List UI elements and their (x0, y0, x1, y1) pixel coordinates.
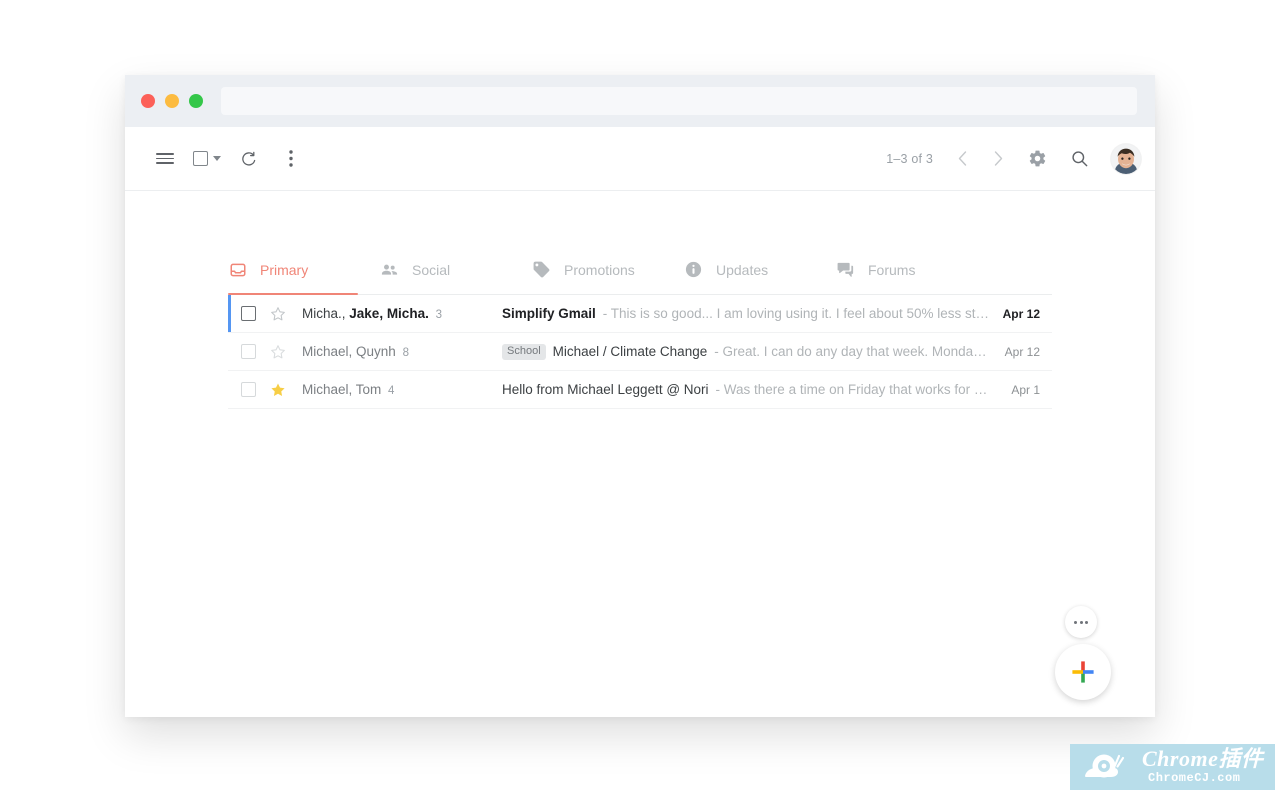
tab-updates[interactable]: Updates (684, 251, 836, 294)
row-date: Apr 1 (1011, 382, 1040, 397)
traffic-lights (141, 94, 203, 108)
close-window-button[interactable] (141, 94, 155, 108)
plus-icon (1072, 661, 1094, 683)
people-icon (380, 260, 399, 279)
dot-icon (1085, 620, 1088, 624)
tab-promotions[interactable]: Promotions (532, 251, 684, 294)
thread-count: 3 (435, 309, 442, 321)
watermark: Chrome插件 ChromeCJ.com (1070, 744, 1275, 790)
row-subject-area: School Michael / Climate Change - Great.… (502, 343, 992, 360)
row-subject-area: Hello from Michael Leggett @ Nori - Was … (502, 382, 992, 397)
gmail-body: Primary Social Promotions Updates Forums… (125, 191, 1155, 717)
tab-label: Updates (716, 261, 769, 278)
star-icon[interactable] (270, 344, 286, 360)
row-snippet: - This is so good... I am loving using i… (602, 306, 992, 321)
chevron-down-icon (213, 156, 221, 161)
maximize-window-button[interactable] (189, 94, 203, 108)
row-snippet: - Great. I can do any day that week. Mon… (714, 344, 992, 359)
search-icon (1071, 151, 1087, 167)
more-fab-button[interactable] (1065, 606, 1097, 638)
senders-plain: Micha., (302, 306, 346, 321)
row-senders: Michael, Quynh 8 (302, 344, 502, 359)
senders-plain: Michael, Quynh (302, 344, 396, 359)
avatar-photo-icon (1111, 143, 1141, 174)
watermark-text: Chrome插件 ChromeCJ.com (1142, 746, 1263, 785)
more-options-button[interactable] (271, 139, 311, 179)
next-page-button[interactable] (981, 142, 1015, 176)
watermark-title: Chrome插件 (1142, 746, 1264, 771)
tab-social[interactable]: Social (380, 251, 532, 294)
browser-window: 1–3 of 3 Primary Social Promotions Updat… (125, 75, 1155, 717)
row-subject-area: Simplify Gmail - This is so good... I am… (502, 306, 992, 321)
star-icon[interactable] (270, 382, 286, 398)
row-senders: Michael, Tom 4 (302, 382, 502, 397)
tab-label: Primary (260, 261, 309, 278)
snail-icon (1085, 754, 1125, 778)
settings-button[interactable] (1017, 139, 1057, 179)
tab-label: Social (412, 261, 451, 278)
star-icon[interactable] (270, 306, 286, 322)
dot-icon (1074, 620, 1077, 624)
minimize-window-button[interactable] (165, 94, 179, 108)
table-row[interactable]: Michael, Quynh 8 School Michael / Climat… (228, 333, 1052, 371)
chevron-right-icon (994, 151, 1002, 166)
category-tabs: Primary Social Promotions Updates Forums (228, 251, 1052, 295)
refresh-icon (242, 151, 256, 166)
tab-label: Forums (868, 261, 916, 278)
avatar[interactable] (1111, 143, 1141, 174)
tab-label: Promotions (564, 261, 635, 278)
row-snippet: - Was there a time on Friday that works … (715, 382, 992, 397)
row-checkbox[interactable] (241, 382, 256, 397)
thread-list: Micha., Jake, Micha. 3 Simplify Gmail - … (228, 295, 1052, 409)
forum-icon (836, 260, 855, 279)
senders-plain: Michael, Tom (302, 382, 382, 397)
search-button[interactable] (1059, 139, 1099, 179)
row-subject: Michael / Climate Change (552, 344, 708, 359)
gear-icon (1029, 150, 1045, 167)
thread-count: 4 (388, 385, 395, 397)
thread-count: 8 (402, 347, 409, 359)
main-menu-button[interactable] (145, 139, 185, 179)
checkbox-icon (193, 151, 208, 166)
browser-titlebar (125, 75, 1155, 127)
row-senders: Micha., Jake, Micha. 3 (302, 306, 502, 321)
url-bar[interactable] (221, 87, 1137, 115)
row-date: Apr 12 (1004, 344, 1040, 359)
table-row[interactable]: Michael, Tom 4 Hello from Michael Legget… (228, 371, 1052, 409)
gmail-toolbar: 1–3 of 3 (125, 127, 1155, 191)
row-date: Apr 12 (1002, 306, 1040, 321)
tab-primary[interactable]: Primary (228, 251, 380, 295)
toolbar-left-group (145, 139, 311, 179)
dot-icon (1079, 620, 1083, 624)
tab-forums[interactable]: Forums (836, 251, 988, 294)
previous-page-button[interactable] (945, 142, 979, 176)
refresh-button[interactable] (229, 139, 269, 179)
overflow-dots-icon (289, 150, 293, 167)
watermark-subtitle: ChromeCJ.com (1148, 771, 1241, 785)
select-all-button[interactable] (187, 151, 227, 166)
row-checkbox[interactable] (241, 306, 256, 321)
inbox-icon (228, 260, 247, 279)
row-subject: Hello from Michael Leggett @ Nori (502, 382, 709, 397)
senders-bold: Jake, Micha. (349, 306, 429, 321)
toolbar-right-group: 1–3 of 3 (886, 139, 1141, 179)
row-checkbox[interactable] (241, 344, 256, 359)
chevron-left-icon (958, 151, 966, 166)
info-icon (684, 260, 703, 279)
compose-fab-button[interactable] (1055, 644, 1111, 700)
table-row[interactable]: Micha., Jake, Micha. 3 Simplify Gmail - … (228, 295, 1052, 333)
tag-icon (532, 260, 551, 279)
label-badge[interactable]: School (502, 343, 546, 360)
hamburger-icon (156, 153, 174, 164)
pagination-label: 1–3 of 3 (886, 151, 933, 166)
row-subject: Simplify Gmail (502, 306, 596, 321)
